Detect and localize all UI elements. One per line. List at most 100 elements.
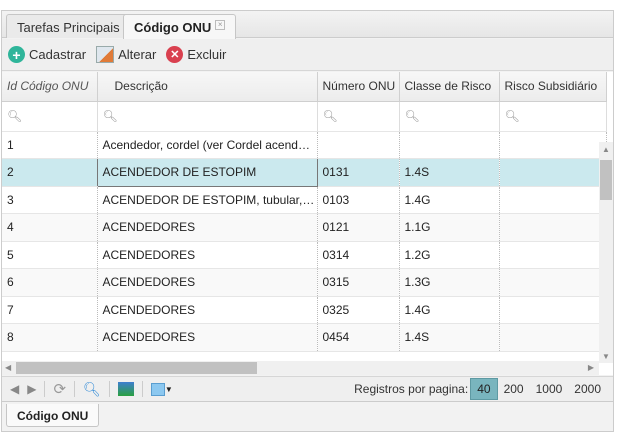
cell-id[interactable]: 4: [2, 213, 98, 242]
separator: [141, 381, 143, 397]
cell-num[interactable]: 0325: [317, 296, 400, 324]
edit-label: Alterar: [118, 47, 157, 62]
cell-num[interactable]: 0314: [317, 241, 400, 269]
cell-classe[interactable]: 1.4G: [399, 296, 500, 324]
main-window: Tarefas Principais Código ONU × + Cadastra…: [1, 10, 614, 432]
toolbar: + Cadastrar Alterar ✕ Excluir: [2, 39, 613, 71]
pager-toolbar: ◀ ▶ ⟳ 🔍︎ ▼ Registros por pagina: 40 200 10…: [2, 376, 613, 402]
column-header-risco-subsidiario[interactable]: Risco Subsidiário: [499, 72, 607, 102]
cell-id[interactable]: 5: [2, 241, 98, 269]
filter-risco[interactable]: 🔍︎: [499, 101, 607, 132]
cell-id[interactable]: 7: [2, 296, 98, 324]
cell-id[interactable]: 2: [2, 158, 98, 187]
edit-icon: [96, 46, 115, 63]
search-icon: 🔍︎: [504, 109, 520, 123]
cell-classe[interactable]: 1.3G: [399, 268, 500, 297]
cell-risco[interactable]: [499, 186, 607, 214]
cell-risco[interactable]: [499, 213, 607, 242]
export-icon[interactable]: ▼: [150, 382, 173, 396]
table-row[interactable]: 7 ACENDEDORES 0325 1.4G: [2, 296, 607, 324]
cell-risco[interactable]: [499, 241, 607, 269]
prev-page-icon[interactable]: ◀: [10, 382, 19, 396]
scroll-thumb[interactable]: [600, 160, 612, 200]
refresh-icon[interactable]: ⟳: [53, 380, 66, 398]
zoom-search-icon[interactable]: 🔍︎: [83, 381, 101, 398]
table-row[interactable]: 4 ACENDEDORES 0121 1.1G: [2, 213, 607, 242]
cell-risco[interactable]: [499, 323, 607, 352]
page-size-selector: Registros por pagina: 40 200 1000 2000: [354, 378, 613, 400]
page-size-option-2000[interactable]: 2000: [568, 379, 607, 399]
table-row[interactable]: 3ACENDEDOR DE ESTOPIM, tubular, com reve…: [2, 186, 607, 214]
table-row[interactable]: 8 ACENDEDORES 0454 1.4S: [2, 323, 607, 352]
close-icon[interactable]: ×: [215, 20, 226, 30]
scroll-right-icon[interactable]: ▶: [588, 363, 594, 372]
vertical-scrollbar[interactable]: ▲ ▼: [599, 142, 613, 363]
cell-classe[interactable]: 1.2G: [399, 241, 500, 269]
cell-desc[interactable]: ACENDEDORES: [97, 268, 318, 297]
tab-tarefas-principais[interactable]: Tarefas Principais: [6, 14, 131, 38]
delete-icon: ✕: [166, 46, 184, 63]
cell-desc[interactable]: ACENDEDORES: [97, 213, 318, 242]
column-header-id[interactable]: Id Código ONU: [2, 72, 98, 102]
cell-risco[interactable]: [499, 131, 607, 159]
cell-classe[interactable]: 1.4S: [399, 323, 500, 352]
separator: [44, 381, 46, 397]
separator: [108, 381, 110, 397]
column-header-numero-onu[interactable]: Número ONU: [317, 72, 400, 102]
tab-label: Código ONU: [134, 20, 212, 35]
cell-classe[interactable]: 1.1G: [399, 213, 500, 242]
delete-label: Excluir: [187, 47, 227, 62]
filter-row: 🔍︎ 🔍︎ 🔍︎ 🔍︎ 🔍︎: [2, 101, 607, 132]
scroll-thumb[interactable]: [16, 362, 257, 374]
horizontal-scrollbar[interactable]: ◀ ▶: [2, 361, 599, 375]
cell-desc[interactable]: ACENDEDORES: [97, 296, 318, 324]
table-row[interactable]: 5 ACENDEDORES 0314 1.2G: [2, 241, 607, 269]
cell-desc[interactable]: ACENDEDOR DE ESTOPIM: [96, 158, 318, 187]
cell-id[interactable]: 6: [2, 268, 98, 297]
cell-num[interactable]: 0131: [317, 158, 400, 187]
page-size-option-1000[interactable]: 1000: [530, 379, 569, 399]
cell-classe[interactable]: [399, 131, 500, 159]
cell-num[interactable]: [317, 131, 400, 159]
bottom-tab-codigo-onu[interactable]: Código ONU: [6, 404, 100, 427]
chart-icon[interactable]: [117, 382, 134, 396]
table-row[interactable]: 2 ACENDEDOR DE ESTOPIM 0131 1.4S: [2, 158, 607, 187]
delete-button[interactable]: ✕ Excluir: [166, 46, 226, 63]
tab-codigo-onu[interactable]: Código ONU ×: [123, 14, 237, 39]
table-row[interactable]: 6 ACENDEDORES 0315 1.3G: [2, 268, 607, 297]
data-grid: Id Código ONU Descrição Número ONU Class…: [2, 72, 613, 375]
cell-id[interactable]: 3: [2, 186, 98, 214]
cell-desc[interactable]: ACENDEDORES: [97, 323, 318, 352]
filter-numero[interactable]: 🔍︎: [317, 101, 400, 132]
cell-num[interactable]: 0454: [317, 323, 400, 352]
scroll-left-icon[interactable]: ◀: [5, 363, 11, 372]
cell-num[interactable]: 0315: [317, 268, 400, 297]
cell-id[interactable]: 8: [2, 323, 98, 352]
edit-button[interactable]: Alterar: [96, 46, 156, 63]
add-button[interactable]: + Cadastrar: [8, 46, 86, 63]
cell-id[interactable]: 1: [2, 131, 98, 159]
tab-label: Tarefas Principais: [17, 20, 120, 35]
search-icon: 🔍︎: [322, 109, 338, 123]
cell-classe[interactable]: 1.4S: [399, 158, 500, 187]
filter-id[interactable]: 🔍︎: [2, 101, 98, 132]
scroll-down-icon[interactable]: ▼: [602, 352, 610, 361]
cell-risco[interactable]: [499, 268, 607, 297]
cell-num[interactable]: 0103: [317, 186, 400, 214]
filter-descricao[interactable]: 🔍︎: [97, 101, 318, 132]
filter-classe[interactable]: 🔍︎: [399, 101, 500, 132]
page-size-option-40[interactable]: 40: [470, 378, 498, 400]
table-row[interactable]: 1 Acendedor, cordel (ver Cordel acendedor…: [2, 131, 607, 159]
cell-desc[interactable]: ACENDEDORES: [97, 241, 318, 269]
cell-classe[interactable]: 1.4G: [399, 186, 500, 214]
cell-desc[interactable]: Acendedor, cordel (ver Cordel acendedor): [97, 131, 318, 159]
cell-desc[interactable]: ACENDEDOR DE ESTOPIM, tubular, com reves…: [97, 186, 318, 214]
column-header-descricao[interactable]: Descrição: [97, 72, 318, 102]
next-page-icon[interactable]: ▶: [27, 382, 36, 396]
cell-risco[interactable]: [499, 296, 607, 324]
page-size-option-200[interactable]: 200: [498, 379, 530, 399]
scroll-up-icon[interactable]: ▲: [602, 145, 610, 154]
cell-num[interactable]: 0121: [317, 213, 400, 242]
column-header-classe-risco[interactable]: Classe de Risco: [399, 72, 500, 102]
cell-risco[interactable]: [499, 158, 607, 187]
